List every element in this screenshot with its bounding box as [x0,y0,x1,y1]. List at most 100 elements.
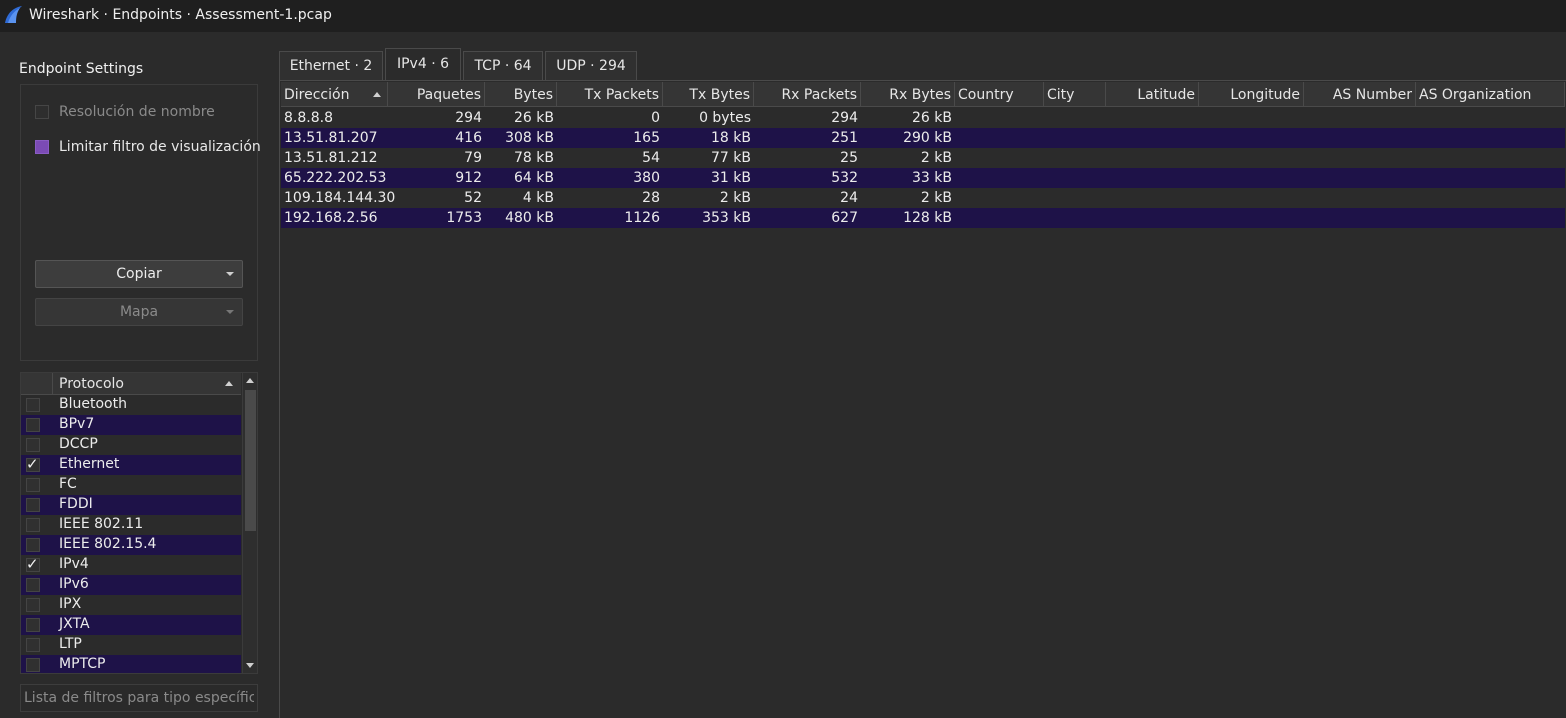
protocol-list-item[interactable]: LTP [21,635,241,655]
protocol-filter-input[interactable] [20,684,258,712]
table-row[interactable]: 65.222.202.53 912 64 kB 380 31 kB 532 33 kB [281,168,1565,188]
protocol-list-item[interactable]: ✓ IPv4 [21,555,241,575]
protocol-list-item[interactable]: ✓ Ethernet [21,455,241,475]
protocol-list-item[interactable]: MPTCP [21,655,241,673]
protocol-list-item[interactable]: BPv7 [21,415,241,435]
column-header-direccion[interactable]: Dirección [281,82,388,106]
map-button[interactable]: Mapa [35,298,243,326]
column-header-tx-bytes[interactable]: Tx Bytes [663,82,754,106]
column-header-paquetes[interactable]: Paquetes [388,82,485,106]
cell-country [955,188,1044,208]
protocol-column-header[interactable]: Protocolo [59,376,124,392]
column-header-rx-packets[interactable]: Rx Packets [754,82,861,106]
scrollbar-thumb[interactable] [245,390,256,531]
cell-rx-packets: 251 [831,130,858,146]
scroll-up-arrow-icon[interactable] [246,378,254,383]
cell-tx-packets: 54 [642,150,660,166]
protocol-name: IPv4 [59,556,89,572]
table-row[interactable]: 13.51.81.207 416 308 kB 165 18 kB 251 290 kB [281,128,1565,148]
cell-bytes: 26 kB [514,110,554,126]
protocol-checkbox[interactable] [26,618,40,632]
cell-as-number [1304,208,1416,228]
cell-paquetes: 416 [455,130,482,146]
table-row[interactable]: 192.168.2.56 1753 480 kB 1126 353 kB 627 128 k… [281,208,1565,228]
cell-direccion: 192.168.2.56 [284,210,378,226]
cell-longitude [1199,128,1304,148]
cell-city [1044,148,1106,168]
name-resolution-checkbox[interactable] [35,105,49,119]
protocol-name: BPv7 [59,416,95,432]
protocol-checkbox[interactable] [26,658,40,672]
protocol-checkbox[interactable] [26,418,40,432]
column-header-country[interactable]: Country [955,82,1044,106]
column-header-as-number[interactable]: AS Number [1304,82,1416,106]
cell-rx-packets: 532 [831,170,858,186]
protocol-checkbox[interactable] [26,598,40,612]
protocol-checkbox[interactable] [26,498,40,512]
column-header-rx-bytes[interactable]: Rx Bytes [861,82,955,106]
column-header-bytes[interactable]: Bytes [485,82,557,106]
column-header-label: Country [958,87,1014,103]
column-header-label: Tx Bytes [689,87,750,103]
endpoints-table: Dirección Paquetes Bytes Tx Packets Tx Bytes… [279,80,1566,718]
tab-tcp[interactable]: TCP · 64 [463,51,543,80]
protocol-list-item[interactable]: IPv6 [21,575,241,595]
title-bar: Wireshark · Endpoints · Assessment-1.pca… [0,0,1566,32]
protocol-checkbox[interactable] [26,518,40,532]
protocol-list-item[interactable]: JXTA [21,615,241,635]
cell-rx-packets: 25 [840,150,858,166]
name-resolution-option[interactable]: Resolución de nombre [35,102,215,122]
table-row[interactable]: 13.51.81.212 79 78 kB 54 77 kB 25 2 kB [281,148,1565,168]
cell-tx-packets: 28 [642,190,660,206]
cell-direccion: 13.51.81.207 [284,130,378,146]
protocol-list-item[interactable]: DCCP [21,435,241,455]
column-header-city[interactable]: City [1044,82,1106,106]
table-row[interactable]: 109.184.144.30 52 4 kB 28 2 kB 24 2 kB [281,188,1565,208]
table-header: Dirección Paquetes Bytes Tx Packets Tx Bytes… [281,82,1565,107]
scroll-down-arrow-icon[interactable] [246,663,254,668]
protocol-list-header[interactable]: Protocolo [21,373,241,395]
checkmark-icon: ✓ [26,455,39,473]
column-header-tx-packets[interactable]: Tx Packets [557,82,663,106]
cell-country [955,208,1044,228]
cell-bytes: 78 kB [514,150,554,166]
limit-display-filter-option[interactable]: Limitar filtro de visualización [35,137,261,157]
protocol-checkbox[interactable] [26,538,40,552]
protocol-list-item[interactable]: IPX [21,595,241,615]
protocol-checkbox[interactable] [26,438,40,452]
cell-longitude [1199,108,1304,128]
tab-udp[interactable]: UDP · 294 [545,51,637,80]
table-row[interactable]: 8.8.8.8 294 26 kB 0 0 bytes 294 26 kB [281,108,1565,128]
column-header-longitude[interactable]: Longitude [1199,82,1304,106]
cell-tx-bytes: 77 kB [711,150,751,166]
cell-longitude [1199,188,1304,208]
protocol-check-column-header[interactable] [21,373,53,394]
limit-display-filter-checkbox[interactable] [35,140,49,154]
protocol-list-item[interactable]: FC [21,475,241,495]
table-body: 8.8.8.8 294 26 kB 0 0 bytes 294 26 kB 13.51.81.… [281,108,1565,228]
protocol-name: FC [59,476,77,492]
cell-latitude [1106,128,1199,148]
cell-city [1044,168,1106,188]
protocol-checkbox[interactable] [26,578,40,592]
tab-ethernet[interactable]: Ethernet · 2 [279,51,383,80]
cell-direccion: 8.8.8.8 [284,110,333,126]
protocol-checkbox[interactable] [26,638,40,652]
protocol-list-item[interactable]: Bluetooth [21,395,241,415]
protocol-list-item[interactable]: IEEE 802.11 [21,515,241,535]
protocol-list: Bluetooth BPv7 DCCP ✓ Ethernet FC FDDI IEEE 802… [21,395,241,673]
cell-as-number [1304,148,1416,168]
protocol-checkbox[interactable] [26,478,40,492]
protocol-checkbox[interactable] [26,398,40,412]
cell-longitude [1199,148,1304,168]
copy-button[interactable]: Copiar [35,260,243,288]
tab-ipv4[interactable]: IPv4 · 6 [385,48,461,81]
cell-rx-packets: 627 [831,210,858,226]
cell-as-number [1304,188,1416,208]
column-header-latitude[interactable]: Latitude [1106,82,1199,106]
protocol-list-item[interactable]: IEEE 802.15.4 [21,535,241,555]
protocol-list-item[interactable]: FDDI [21,495,241,515]
column-header-as-organization[interactable]: AS Organization [1416,82,1565,106]
protocol-list-scrollbar[interactable] [242,373,257,673]
protocol-name: Bluetooth [59,396,127,412]
